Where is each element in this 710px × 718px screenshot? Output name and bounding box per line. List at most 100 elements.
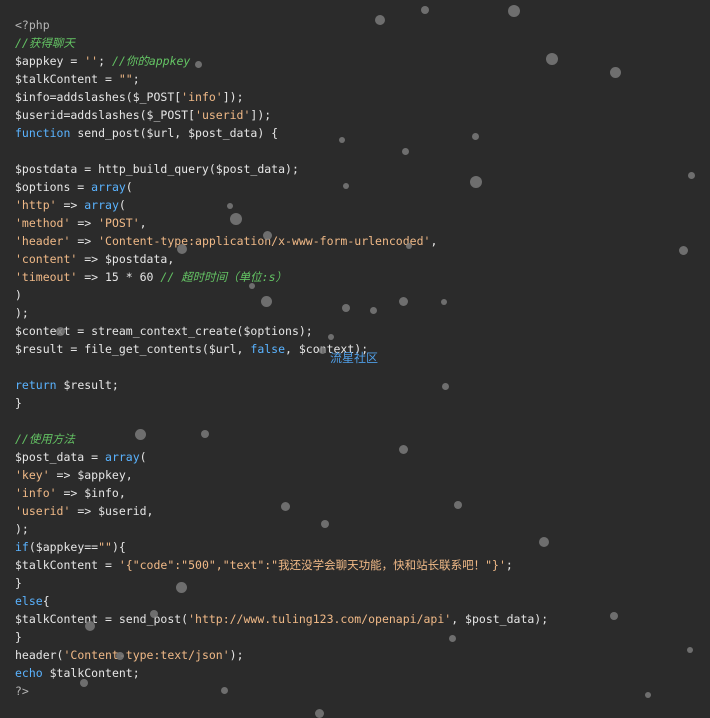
snow-dot bbox=[508, 5, 520, 17]
snow-dot bbox=[398, 444, 408, 454]
code-token: ); bbox=[15, 306, 29, 320]
code-token: , bbox=[430, 234, 438, 248]
code-token: } bbox=[15, 576, 22, 590]
code-token: header( bbox=[15, 648, 64, 662]
code-token: $talkContent; bbox=[42, 666, 140, 680]
snow-dot bbox=[343, 183, 349, 189]
code-token: //使用方法 bbox=[15, 432, 75, 446]
code-token: $userid=addslashes($_POST[ bbox=[15, 108, 196, 122]
snow-dot bbox=[441, 382, 449, 390]
snow-dot bbox=[687, 171, 695, 179]
code-line: $talkContent = ""; bbox=[15, 70, 700, 88]
code-line: $userid=addslashes($_POST['userid']); bbox=[15, 106, 700, 124]
code-line: if($appkey==""){ bbox=[15, 538, 700, 556]
code-token: send_post($url, $post_data) { bbox=[70, 126, 279, 140]
code-token: echo bbox=[15, 666, 43, 680]
snow-dot bbox=[134, 428, 146, 440]
code-line: 'timeout' => 15 * 60 // 超时时间（单位:s） bbox=[15, 268, 700, 286]
code-line: $talkContent = '{"code":"500","text":"我还… bbox=[15, 556, 700, 574]
code-token: 'info' bbox=[181, 90, 223, 104]
snow-dot bbox=[339, 137, 345, 143]
code-token: $postdata = http_build_query($post_data)… bbox=[15, 162, 299, 176]
code-token: ); bbox=[15, 522, 29, 536]
snow-dot bbox=[441, 299, 447, 305]
snow-dot bbox=[55, 326, 65, 336]
code-line: 'userid' => $userid, bbox=[15, 502, 700, 520]
snow-dot bbox=[201, 430, 209, 438]
snow-dot bbox=[375, 15, 385, 25]
code-token: , bbox=[139, 216, 147, 230]
snow-dot bbox=[249, 283, 255, 289]
code-token: <?php bbox=[15, 18, 50, 32]
code-token: 'userid' bbox=[15, 504, 71, 518]
code-line: 'header' => 'Content-type:application/x-… bbox=[15, 232, 700, 250]
code-token: => $userid, bbox=[70, 504, 154, 518]
code-token: ){ bbox=[111, 540, 126, 554]
code-token: "" bbox=[118, 72, 133, 86]
code-line: ); bbox=[15, 304, 700, 322]
code-token: => $postdata, bbox=[77, 252, 175, 266]
snow-dot bbox=[260, 295, 272, 307]
code-line: //获得聊天 bbox=[15, 34, 700, 52]
code-token: ( bbox=[125, 180, 133, 194]
code-token: ]); bbox=[250, 108, 272, 122]
code-token: , $post_data); bbox=[451, 612, 549, 626]
code-token: => $info, bbox=[56, 486, 126, 500]
snow-dot bbox=[85, 621, 95, 631]
code-token: 'userid' bbox=[195, 108, 251, 122]
code-token: => 15 * 60 bbox=[77, 270, 161, 284]
snow-dot bbox=[280, 501, 290, 511]
code-token: //你的appkey bbox=[111, 54, 191, 68]
code-token: array bbox=[105, 450, 140, 464]
snow-dot bbox=[328, 334, 334, 340]
snow-dot bbox=[194, 60, 202, 68]
code-token: ($appkey== bbox=[28, 540, 99, 554]
code-token: function bbox=[15, 126, 71, 140]
code-token: 'info' bbox=[15, 486, 57, 500]
code-line: } bbox=[15, 574, 700, 592]
code-token: ); bbox=[229, 648, 244, 662]
code-line: echo $talkContent; bbox=[15, 664, 700, 682]
code-token: ( bbox=[139, 450, 147, 464]
snow-dot bbox=[321, 520, 329, 528]
code-token: ]); bbox=[222, 90, 244, 104]
code-line: $talkContent = send_post('http://www.tul… bbox=[15, 610, 700, 628]
snow-dot bbox=[230, 213, 242, 225]
code-line: } bbox=[15, 628, 700, 646]
snow-dot bbox=[406, 243, 412, 249]
code-line: 'content' => $postdata, bbox=[15, 250, 700, 268]
code-token: 'key' bbox=[15, 468, 50, 482]
code-line: <?php bbox=[15, 16, 700, 34]
code-token: array bbox=[91, 180, 126, 194]
code-token: return bbox=[15, 378, 57, 392]
code-token: 'header' bbox=[15, 234, 71, 248]
code-token: { bbox=[42, 594, 50, 608]
code-token: ) bbox=[15, 288, 22, 302]
code-line: $info=addslashes($_POST['info']); bbox=[15, 88, 700, 106]
snow-dot bbox=[150, 610, 158, 618]
code-line: 'http' => array( bbox=[15, 196, 700, 214]
code-token: $result; bbox=[56, 378, 119, 392]
code-token: => bbox=[56, 198, 85, 212]
code-line: } bbox=[15, 394, 700, 412]
code-token: 'content' bbox=[15, 252, 78, 266]
code-line: $context = stream_context_create($option… bbox=[15, 322, 700, 340]
code-token: 'POST' bbox=[98, 216, 140, 230]
snow-dot bbox=[262, 230, 272, 240]
code-token: $post_data = bbox=[15, 450, 106, 464]
code-line: $post_data = array( bbox=[15, 448, 700, 466]
watermark-text: 流星社区 bbox=[330, 351, 379, 365]
code-token: 'method' bbox=[15, 216, 71, 230]
code-token: ?> bbox=[15, 684, 29, 698]
code-token: 'http' bbox=[15, 198, 57, 212]
snow-dot bbox=[687, 647, 693, 653]
code-token: $appkey = bbox=[15, 54, 85, 68]
code-line: //使用方法 bbox=[15, 430, 700, 448]
code-token: ; bbox=[505, 558, 513, 572]
code-token: false bbox=[250, 342, 286, 356]
code-token: 'http://www.tuling123.com/openapi/api' bbox=[188, 612, 452, 626]
code-token: '' bbox=[84, 54, 99, 68]
code-token: ( bbox=[118, 198, 126, 212]
